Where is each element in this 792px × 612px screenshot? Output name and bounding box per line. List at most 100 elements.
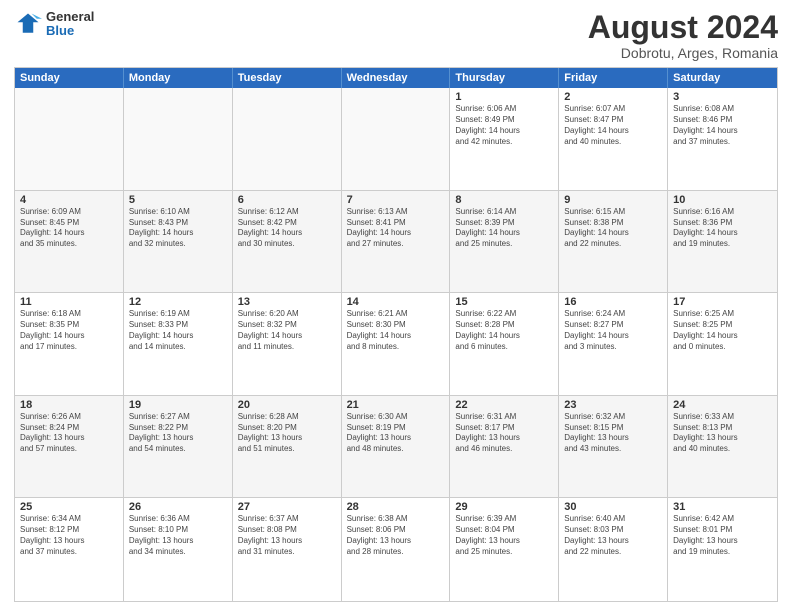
day-info-21: Sunrise: 6:30 AM Sunset: 8:19 PM Dayligh…	[347, 412, 445, 455]
week-1: 1Sunrise: 6:06 AM Sunset: 8:49 PM Daylig…	[15, 88, 777, 191]
day-number-30: 30	[564, 501, 662, 513]
calendar-title: August 2024	[588, 10, 778, 45]
day-number-16: 16	[564, 296, 662, 308]
day-info-10: Sunrise: 6:16 AM Sunset: 8:36 PM Dayligh…	[673, 207, 772, 250]
day-info-29: Sunrise: 6:39 AM Sunset: 8:04 PM Dayligh…	[455, 514, 553, 557]
day-number-8: 8	[455, 194, 553, 206]
day-cell-5: 5Sunrise: 6:10 AM Sunset: 8:43 PM Daylig…	[124, 191, 233, 293]
day-info-3: Sunrise: 6:08 AM Sunset: 8:46 PM Dayligh…	[673, 104, 772, 147]
calendar-subtitle: Dobrotu, Arges, Romania	[588, 45, 778, 61]
day-info-22: Sunrise: 6:31 AM Sunset: 8:17 PM Dayligh…	[455, 412, 553, 455]
day-info-25: Sunrise: 6:34 AM Sunset: 8:12 PM Dayligh…	[20, 514, 118, 557]
day-info-7: Sunrise: 6:13 AM Sunset: 8:41 PM Dayligh…	[347, 207, 445, 250]
day-number-13: 13	[238, 296, 336, 308]
day-info-13: Sunrise: 6:20 AM Sunset: 8:32 PM Dayligh…	[238, 309, 336, 352]
day-cell-19: 19Sunrise: 6:27 AM Sunset: 8:22 PM Dayli…	[124, 396, 233, 498]
week-2: 4Sunrise: 6:09 AM Sunset: 8:45 PM Daylig…	[15, 191, 777, 294]
header-day-thursday: Thursday	[450, 68, 559, 88]
day-cell-28: 28Sunrise: 6:38 AM Sunset: 8:06 PM Dayli…	[342, 498, 451, 601]
header-day-sunday: Sunday	[15, 68, 124, 88]
day-cell-29: 29Sunrise: 6:39 AM Sunset: 8:04 PM Dayli…	[450, 498, 559, 601]
week-3: 11Sunrise: 6:18 AM Sunset: 8:35 PM Dayli…	[15, 293, 777, 396]
day-number-22: 22	[455, 399, 553, 411]
day-number-1: 1	[455, 91, 553, 103]
day-cell-9: 9Sunrise: 6:15 AM Sunset: 8:38 PM Daylig…	[559, 191, 668, 293]
header-day-saturday: Saturday	[668, 68, 777, 88]
header-day-wednesday: Wednesday	[342, 68, 451, 88]
day-cell-11: 11Sunrise: 6:18 AM Sunset: 8:35 PM Dayli…	[15, 293, 124, 395]
page: General Blue August 2024 Dobrotu, Arges,…	[0, 0, 792, 612]
calendar-body: 1Sunrise: 6:06 AM Sunset: 8:49 PM Daylig…	[15, 88, 777, 601]
day-number-9: 9	[564, 194, 662, 206]
day-info-14: Sunrise: 6:21 AM Sunset: 8:30 PM Dayligh…	[347, 309, 445, 352]
day-info-24: Sunrise: 6:33 AM Sunset: 8:13 PM Dayligh…	[673, 412, 772, 455]
header-day-tuesday: Tuesday	[233, 68, 342, 88]
day-cell-18: 18Sunrise: 6:26 AM Sunset: 8:24 PM Dayli…	[15, 396, 124, 498]
day-cell-13: 13Sunrise: 6:20 AM Sunset: 8:32 PM Dayli…	[233, 293, 342, 395]
day-info-5: Sunrise: 6:10 AM Sunset: 8:43 PM Dayligh…	[129, 207, 227, 250]
day-number-23: 23	[564, 399, 662, 411]
day-info-18: Sunrise: 6:26 AM Sunset: 8:24 PM Dayligh…	[20, 412, 118, 455]
day-number-31: 31	[673, 501, 772, 513]
logo-blue: Blue	[46, 24, 94, 38]
day-cell-10: 10Sunrise: 6:16 AM Sunset: 8:36 PM Dayli…	[668, 191, 777, 293]
logo-general: General	[46, 10, 94, 24]
empty-cell	[342, 88, 451, 190]
day-cell-17: 17Sunrise: 6:25 AM Sunset: 8:25 PM Dayli…	[668, 293, 777, 395]
header-day-friday: Friday	[559, 68, 668, 88]
header-day-monday: Monday	[124, 68, 233, 88]
day-number-28: 28	[347, 501, 445, 513]
day-number-24: 24	[673, 399, 772, 411]
logo-icon	[14, 10, 42, 38]
day-cell-2: 2Sunrise: 6:07 AM Sunset: 8:47 PM Daylig…	[559, 88, 668, 190]
calendar-header: SundayMondayTuesdayWednesdayThursdayFrid…	[15, 68, 777, 88]
empty-cell	[124, 88, 233, 190]
day-info-1: Sunrise: 6:06 AM Sunset: 8:49 PM Dayligh…	[455, 104, 553, 147]
day-number-26: 26	[129, 501, 227, 513]
day-cell-12: 12Sunrise: 6:19 AM Sunset: 8:33 PM Dayli…	[124, 293, 233, 395]
day-info-27: Sunrise: 6:37 AM Sunset: 8:08 PM Dayligh…	[238, 514, 336, 557]
day-cell-14: 14Sunrise: 6:21 AM Sunset: 8:30 PM Dayli…	[342, 293, 451, 395]
day-cell-16: 16Sunrise: 6:24 AM Sunset: 8:27 PM Dayli…	[559, 293, 668, 395]
day-cell-26: 26Sunrise: 6:36 AM Sunset: 8:10 PM Dayli…	[124, 498, 233, 601]
day-cell-24: 24Sunrise: 6:33 AM Sunset: 8:13 PM Dayli…	[668, 396, 777, 498]
day-info-6: Sunrise: 6:12 AM Sunset: 8:42 PM Dayligh…	[238, 207, 336, 250]
day-info-30: Sunrise: 6:40 AM Sunset: 8:03 PM Dayligh…	[564, 514, 662, 557]
empty-cell	[15, 88, 124, 190]
day-cell-20: 20Sunrise: 6:28 AM Sunset: 8:20 PM Dayli…	[233, 396, 342, 498]
day-cell-1: 1Sunrise: 6:06 AM Sunset: 8:49 PM Daylig…	[450, 88, 559, 190]
day-cell-4: 4Sunrise: 6:09 AM Sunset: 8:45 PM Daylig…	[15, 191, 124, 293]
day-cell-15: 15Sunrise: 6:22 AM Sunset: 8:28 PM Dayli…	[450, 293, 559, 395]
day-cell-7: 7Sunrise: 6:13 AM Sunset: 8:41 PM Daylig…	[342, 191, 451, 293]
day-cell-27: 27Sunrise: 6:37 AM Sunset: 8:08 PM Dayli…	[233, 498, 342, 601]
logo: General Blue	[14, 10, 94, 39]
day-info-31: Sunrise: 6:42 AM Sunset: 8:01 PM Dayligh…	[673, 514, 772, 557]
day-number-27: 27	[238, 501, 336, 513]
day-info-8: Sunrise: 6:14 AM Sunset: 8:39 PM Dayligh…	[455, 207, 553, 250]
day-info-15: Sunrise: 6:22 AM Sunset: 8:28 PM Dayligh…	[455, 309, 553, 352]
day-number-12: 12	[129, 296, 227, 308]
day-info-26: Sunrise: 6:36 AM Sunset: 8:10 PM Dayligh…	[129, 514, 227, 557]
calendar: SundayMondayTuesdayWednesdayThursdayFrid…	[14, 67, 778, 602]
day-number-6: 6	[238, 194, 336, 206]
week-4: 18Sunrise: 6:26 AM Sunset: 8:24 PM Dayli…	[15, 396, 777, 499]
day-info-17: Sunrise: 6:25 AM Sunset: 8:25 PM Dayligh…	[673, 309, 772, 352]
day-number-19: 19	[129, 399, 227, 411]
day-info-9: Sunrise: 6:15 AM Sunset: 8:38 PM Dayligh…	[564, 207, 662, 250]
day-number-11: 11	[20, 296, 118, 308]
day-number-5: 5	[129, 194, 227, 206]
header: General Blue August 2024 Dobrotu, Arges,…	[14, 10, 778, 61]
day-info-16: Sunrise: 6:24 AM Sunset: 8:27 PM Dayligh…	[564, 309, 662, 352]
day-number-29: 29	[455, 501, 553, 513]
day-info-28: Sunrise: 6:38 AM Sunset: 8:06 PM Dayligh…	[347, 514, 445, 557]
day-info-11: Sunrise: 6:18 AM Sunset: 8:35 PM Dayligh…	[20, 309, 118, 352]
day-number-20: 20	[238, 399, 336, 411]
day-number-4: 4	[20, 194, 118, 206]
day-cell-30: 30Sunrise: 6:40 AM Sunset: 8:03 PM Dayli…	[559, 498, 668, 601]
day-cell-25: 25Sunrise: 6:34 AM Sunset: 8:12 PM Dayli…	[15, 498, 124, 601]
day-number-18: 18	[20, 399, 118, 411]
empty-cell	[233, 88, 342, 190]
day-info-4: Sunrise: 6:09 AM Sunset: 8:45 PM Dayligh…	[20, 207, 118, 250]
day-info-2: Sunrise: 6:07 AM Sunset: 8:47 PM Dayligh…	[564, 104, 662, 147]
day-number-3: 3	[673, 91, 772, 103]
